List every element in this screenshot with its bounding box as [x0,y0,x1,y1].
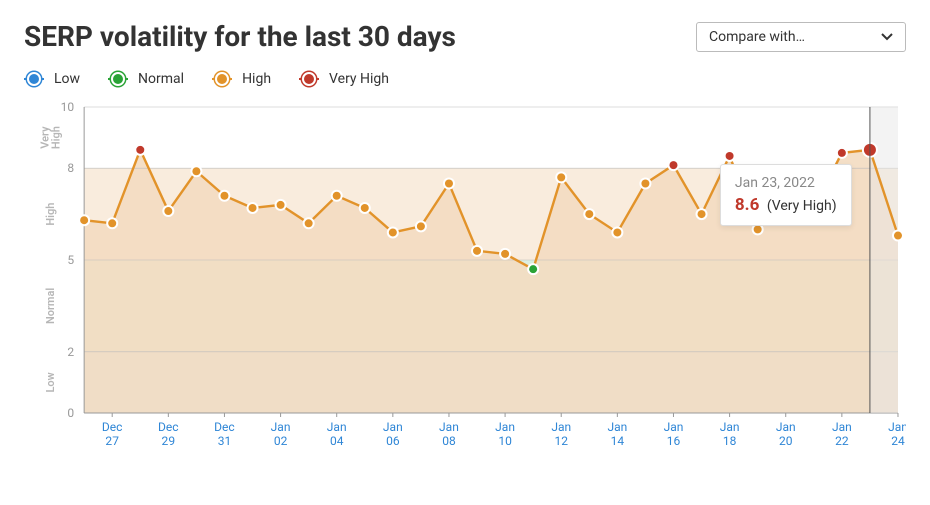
svg-text:Jan: Jan [495,420,515,434]
svg-text:2: 2 [67,345,74,359]
svg-text:Jan: Jan [607,420,627,434]
svg-text:Dec: Dec [158,420,179,434]
svg-text:Dec: Dec [102,420,123,434]
legend-label: High [242,71,271,87]
svg-text:29: 29 [162,434,176,448]
page-title: SERP volatility for the last 30 days [24,20,456,53]
svg-text:27: 27 [105,434,119,448]
legend-item-low[interactable]: Low [24,71,80,87]
legend-swatch-normal [108,78,128,80]
svg-text:Jan: Jan [776,420,796,434]
svg-text:Jan: Jan [720,420,740,434]
legend-item-high[interactable]: High [212,71,271,87]
svg-text:Normal: Normal [44,288,57,324]
volatility-chart[interactable]: 025810LowNormalHighVeryHighDec27Dec29Dec… [24,97,906,457]
svg-text:22: 22 [835,434,849,448]
legend-label: Normal [138,71,184,87]
svg-text:Jan: Jan [551,420,571,434]
svg-text:Dec: Dec [214,420,235,434]
svg-text:Jan: Jan [888,420,906,434]
legend-swatch-low [24,78,44,80]
svg-text:24: 24 [891,434,905,448]
compare-label: Compare with… [709,29,805,45]
svg-text:Low: Low [44,372,57,392]
legend-label: Very High [329,71,389,87]
svg-text:High: High [50,126,63,149]
svg-text:Jan: Jan [439,420,459,434]
svg-text:02: 02 [274,434,288,448]
svg-text:Jan: Jan [327,420,347,434]
svg-text:16: 16 [667,434,681,448]
svg-text:10: 10 [498,434,512,448]
svg-text:Jan: Jan [271,420,291,434]
chevron-down-icon [881,29,893,45]
legend-swatch-very-high [299,78,319,80]
svg-text:Jan: Jan [664,420,684,434]
svg-text:14: 14 [611,434,625,448]
svg-text:18: 18 [723,434,737,448]
legend: Low Normal High Very High [24,71,906,87]
svg-text:06: 06 [386,434,400,448]
legend-label: Low [54,71,80,87]
compare-dropdown[interactable]: Compare with… [696,22,906,52]
svg-text:8: 8 [67,161,74,175]
svg-text:12: 12 [554,434,568,448]
legend-item-very-high[interactable]: Very High [299,71,389,87]
legend-item-normal[interactable]: Normal [108,71,184,87]
svg-text:High: High [44,203,57,226]
svg-text:20: 20 [779,434,793,448]
legend-swatch-high [212,78,232,80]
svg-text:Jan: Jan [832,420,852,434]
svg-text:04: 04 [330,434,344,448]
svg-text:Jan: Jan [383,420,403,434]
svg-text:31: 31 [218,434,232,448]
svg-text:5: 5 [67,253,74,267]
svg-text:0: 0 [67,406,74,420]
svg-text:10: 10 [61,100,75,114]
svg-text:08: 08 [442,434,456,448]
